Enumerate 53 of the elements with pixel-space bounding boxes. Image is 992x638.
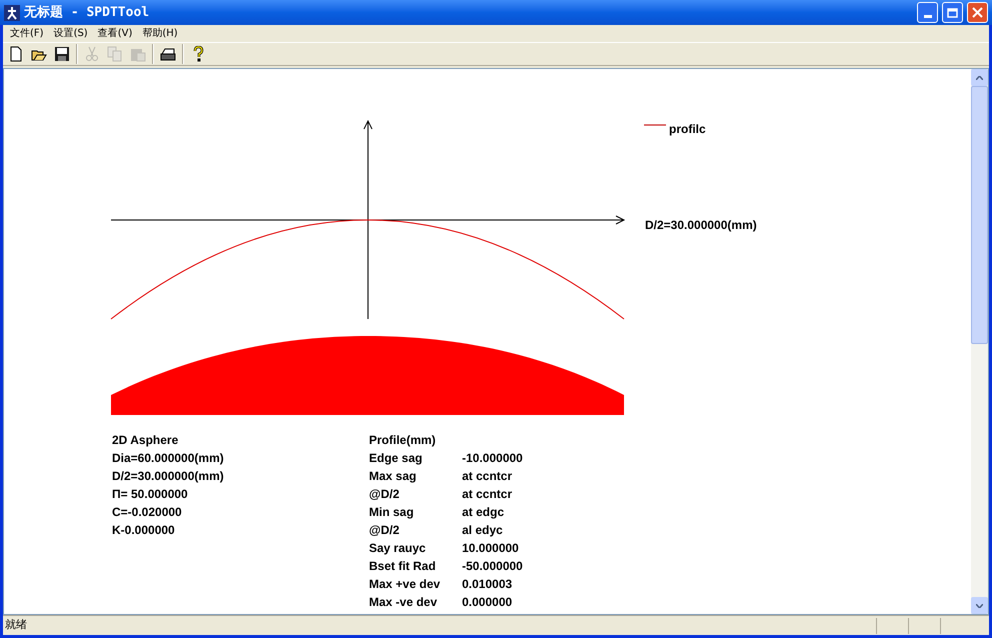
parameter-text: D/2=30.000000(mm) bbox=[112, 468, 224, 485]
profile-value: -10.000000 bbox=[462, 450, 523, 467]
legend-label: profilc bbox=[669, 121, 706, 138]
profile-label: Say rauyc bbox=[369, 540, 427, 557]
menu-item[interactable]: 设置(S) bbox=[48, 26, 93, 41]
profile-value: 10.000000 bbox=[462, 540, 519, 557]
window-title: 无标题 - SPDTTool bbox=[24, 4, 150, 22]
scroll-down-button[interactable] bbox=[971, 597, 988, 614]
legend-line bbox=[644, 124, 666, 126]
profile-value: 0.000000 bbox=[462, 594, 512, 611]
scissors-icon bbox=[84, 46, 100, 62]
parameter-text: 2D Asphere bbox=[112, 432, 180, 449]
minimize-button[interactable] bbox=[917, 2, 938, 23]
up-caret-icon bbox=[976, 76, 983, 80]
maximize-button[interactable] bbox=[942, 2, 963, 23]
parameter-text: Dia=60.000000(mm) bbox=[112, 450, 224, 467]
profile-value: -50.000000 bbox=[462, 558, 523, 575]
profile-value: al edyc bbox=[462, 522, 503, 539]
profile-value: 0.010003 bbox=[462, 576, 512, 593]
profile-label: Bset fit Rad bbox=[369, 558, 437, 575]
parameter-text: Π= 50.000000 bbox=[112, 486, 189, 503]
status-text: 就绪 bbox=[4, 618, 28, 634]
profile-label: Min sag bbox=[369, 504, 415, 521]
profile-label: Edge sag bbox=[369, 450, 424, 467]
menu-item[interactable]: 查看(V) bbox=[92, 26, 138, 41]
profile-value: at ccntcr bbox=[462, 486, 512, 503]
vertical-scrollbar[interactable] bbox=[971, 69, 988, 614]
profile-label: Max sag bbox=[369, 468, 418, 485]
scroll-thumb[interactable] bbox=[971, 86, 988, 344]
parameter-text: K-0.000000 bbox=[112, 522, 176, 539]
scroll-up-button[interactable] bbox=[971, 69, 988, 86]
app-icon bbox=[4, 4, 20, 20]
profile-value: at edgc bbox=[462, 504, 504, 521]
close-icon bbox=[972, 7, 983, 18]
menu-item[interactable]: 帮助(H) bbox=[137, 26, 183, 41]
profile-label: @D/2 bbox=[369, 486, 400, 503]
profile-value: at ccntcr bbox=[462, 468, 512, 485]
copy-icon bbox=[107, 46, 123, 62]
menu-item[interactable]: 文件(F) bbox=[5, 26, 49, 41]
profile-heading: Profile(mm) bbox=[369, 432, 437, 449]
profile-label: @D/2 bbox=[369, 522, 400, 539]
close-button[interactable] bbox=[967, 2, 988, 23]
maximize-icon bbox=[947, 8, 958, 18]
clipboard-icon bbox=[130, 46, 146, 62]
profile-label: Max -ve dev bbox=[369, 594, 438, 611]
parameter-text: C=-0.020000 bbox=[112, 504, 183, 521]
profile-label: Max +ve dev bbox=[369, 576, 442, 593]
minimize-icon bbox=[924, 15, 932, 18]
axis-label: D/2=30.000000(mm) bbox=[645, 217, 757, 234]
printer-icon bbox=[160, 46, 176, 62]
new-file-icon bbox=[8, 46, 24, 62]
down-caret-icon bbox=[976, 604, 983, 608]
floppy-disk-button[interactable] bbox=[52, 44, 72, 64]
